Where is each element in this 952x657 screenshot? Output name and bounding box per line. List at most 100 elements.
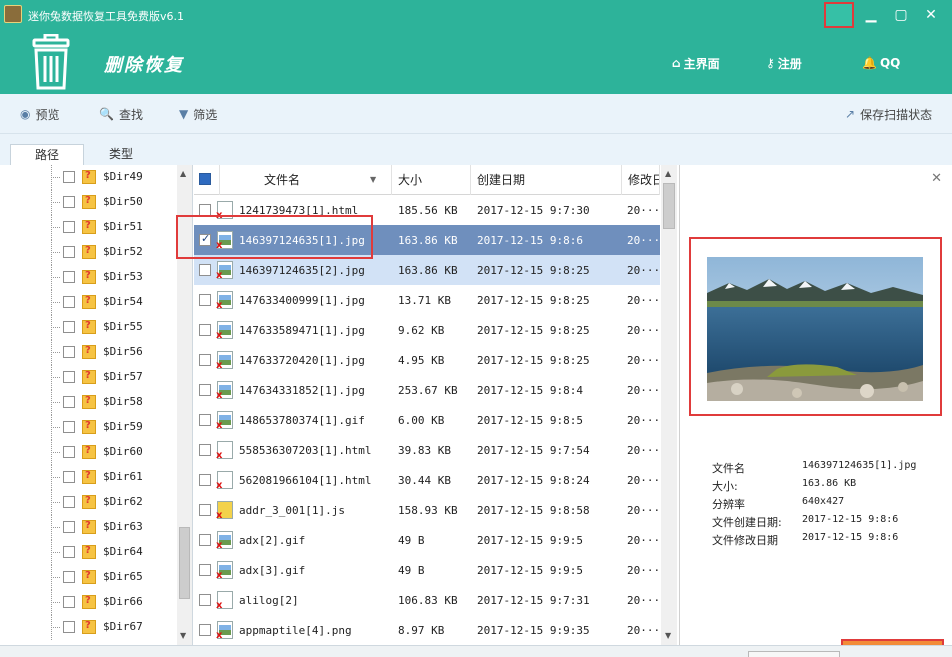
tree-item-checkbox[interactable] bbox=[63, 221, 75, 233]
register-link[interactable]: ⚷ 注册 bbox=[766, 54, 802, 72]
tree-item-checkbox[interactable] bbox=[63, 546, 75, 558]
tree-item[interactable]: ? $Dir56 bbox=[0, 340, 176, 365]
file-row-checkbox[interactable] bbox=[199, 474, 211, 486]
back-button[interactable] bbox=[748, 651, 840, 657]
qq-link[interactable]: 🔔 QQ bbox=[862, 54, 900, 72]
column-created[interactable]: 创建日期 bbox=[471, 165, 622, 195]
file-row-checkbox[interactable] bbox=[199, 204, 211, 216]
tree-item[interactable]: ? $Dir64 bbox=[0, 540, 176, 565]
tree-item[interactable]: ? $Dir67 bbox=[0, 615, 176, 640]
file-row[interactable]: x 147633720420[1].jpg 4.95 KB 2017-12-15 9:… bbox=[194, 345, 660, 375]
file-row-checkbox[interactable] bbox=[199, 564, 211, 576]
tree-item[interactable]: ? $Dir61 bbox=[0, 465, 176, 490]
file-row[interactable]: x 148653780374[1].gif 6.00 KB 2017-12-15 9:… bbox=[194, 405, 660, 435]
tree-item[interactable]: ? $Dir49 bbox=[0, 165, 176, 190]
tree-item-checkbox[interactable] bbox=[63, 496, 75, 508]
home-link[interactable]: ⌂ 主界面 bbox=[672, 54, 720, 72]
filter-button[interactable]: ▼ 筛选 bbox=[179, 105, 217, 123]
tree-item[interactable]: ? $Dir57 bbox=[0, 365, 176, 390]
tree-item[interactable]: ? $Dir66 bbox=[0, 590, 176, 615]
file-row-checkbox[interactable] bbox=[199, 354, 211, 366]
tree-item[interactable]: ? $Dir59 bbox=[0, 415, 176, 440]
image-file-icon: x bbox=[216, 411, 233, 431]
tree-item[interactable]: ? $Dir53 bbox=[0, 265, 176, 290]
tree-item-checkbox[interactable] bbox=[63, 246, 75, 258]
search-button[interactable]: 🔍 查找 bbox=[99, 105, 143, 123]
file-row[interactable]: ✓ x 146397124635[1].jpg 163.86 KB 2017-12-15… bbox=[194, 225, 660, 255]
minimize-button[interactable]: ▁ bbox=[858, 3, 884, 27]
file-row-checkbox[interactable] bbox=[199, 624, 211, 636]
tree-item[interactable]: ? $Dir54 bbox=[0, 290, 176, 315]
file-list-scroll-thumb[interactable] bbox=[663, 183, 675, 229]
deleted-folder-icon: ? bbox=[82, 220, 96, 234]
file-row[interactable]: x 146397124635[2].jpg 163.86 KB 2017-12-15 … bbox=[194, 255, 660, 285]
scroll-down-icon: ▼ bbox=[665, 631, 672, 640]
pin-button[interactable] bbox=[824, 2, 854, 28]
file-row-checkbox[interactable] bbox=[199, 504, 211, 516]
tree-item-checkbox[interactable] bbox=[63, 321, 75, 333]
select-all-checkbox[interactable] bbox=[199, 173, 211, 185]
file-row-checkbox[interactable] bbox=[199, 414, 211, 426]
tree-item[interactable]: ? $Dir65 bbox=[0, 565, 176, 590]
file-list-scrollbar[interactable]: ▲ ▼ bbox=[661, 165, 677, 645]
file-row-checkbox[interactable] bbox=[199, 534, 211, 546]
file-row-checkbox[interactable] bbox=[199, 294, 211, 306]
file-row[interactable]: x 562081966104[1].html 30.44 KB 2017-12-15 … bbox=[194, 465, 660, 495]
file-row[interactable]: x alilog[2] 106.83 KB 2017-12-15 9:7:31 20··… bbox=[194, 585, 660, 615]
file-row[interactable]: x addr_3_001[1].js 158.93 KB 2017-12-15 9:8… bbox=[194, 495, 660, 525]
tree-scrollbar[interactable]: ▲ ▼ bbox=[177, 165, 192, 645]
tree-item-checkbox[interactable] bbox=[63, 471, 75, 483]
tree-item[interactable]: ? $Dir52 bbox=[0, 240, 176, 265]
tree-item-checkbox[interactable] bbox=[63, 421, 75, 433]
tree-item-checkbox[interactable] bbox=[63, 271, 75, 283]
file-row-checkbox[interactable] bbox=[199, 264, 211, 276]
file-row[interactable]: x 558536307203[1].html 39.83 KB 2017-12-15 … bbox=[194, 435, 660, 465]
tree-item-checkbox[interactable] bbox=[63, 446, 75, 458]
file-row[interactable]: x 147633400999[1].jpg 13.71 KB 2017-12-15 9… bbox=[194, 285, 660, 315]
tree-item[interactable]: ? $Dir63 bbox=[0, 515, 176, 540]
file-row-checkbox[interactable] bbox=[199, 324, 211, 336]
tree-item-checkbox[interactable] bbox=[63, 196, 75, 208]
file-row[interactable]: x adx[3].gif 49 B 2017-12-15 9:9:5 20··· bbox=[194, 555, 660, 585]
file-row[interactable]: x 147634331852[1].jpg 253.67 KB 2017-12-15 … bbox=[194, 375, 660, 405]
column-modified[interactable]: 修改日 bbox=[622, 165, 660, 195]
close-button[interactable]: ✕ bbox=[918, 3, 944, 27]
tree-item-checkbox[interactable] bbox=[63, 296, 75, 308]
tree-item-checkbox[interactable] bbox=[63, 521, 75, 533]
file-row[interactable]: x 147633589471[1].jpg 9.62 KB 2017-12-15 9:… bbox=[194, 315, 660, 345]
tree-scroll-thumb[interactable] bbox=[179, 527, 190, 599]
tree-item[interactable]: ? $Dir62 bbox=[0, 490, 176, 515]
tree-item-checkbox[interactable] bbox=[63, 346, 75, 358]
column-filename[interactable]: 文件名 ▼ bbox=[220, 165, 392, 195]
tab-path[interactable]: 路径 bbox=[10, 144, 84, 165]
file-row[interactable]: x 1241739473[1].html 185.56 KB 2017-12-15 9… bbox=[194, 195, 660, 225]
file-row[interactable]: x appmaptile[4].png 8.97 KB 2017-12-15 9:9:… bbox=[194, 615, 660, 645]
tree-item[interactable]: ? $Dir55 bbox=[0, 315, 176, 340]
preview-button[interactable]: ◉ 预览 bbox=[20, 105, 60, 123]
file-row-checkbox[interactable] bbox=[199, 384, 211, 396]
file-row-checkbox[interactable] bbox=[199, 594, 211, 606]
file-row-checkbox[interactable]: ✓ bbox=[199, 232, 211, 246]
maximize-button[interactable]: ▢ bbox=[888, 3, 914, 27]
tree-item-label: $Dir55 bbox=[103, 320, 143, 333]
tree-item[interactable]: ? $Dir50 bbox=[0, 190, 176, 215]
tree-item[interactable]: ? $Dir58 bbox=[0, 390, 176, 415]
file-row[interactable]: x adx[2].gif 49 B 2017-12-15 9:9:5 20··· bbox=[194, 525, 660, 555]
tree-item-checkbox[interactable] bbox=[63, 171, 75, 183]
deleted-folder-icon: ? bbox=[82, 245, 96, 259]
column-size[interactable]: 大小 bbox=[392, 165, 471, 195]
tree-guide bbox=[51, 202, 60, 203]
tree-guide bbox=[51, 277, 60, 278]
tab-type[interactable]: 类型 bbox=[84, 144, 158, 165]
tree-item-checkbox[interactable] bbox=[63, 571, 75, 583]
preview-close-icon[interactable]: ✕ bbox=[931, 171, 942, 186]
tree-item-checkbox[interactable] bbox=[63, 371, 75, 383]
tree-item-checkbox[interactable] bbox=[63, 596, 75, 608]
file-row-checkbox[interactable] bbox=[199, 444, 211, 456]
save-scan-button[interactable]: ↗ 保存扫描状态 bbox=[845, 105, 932, 123]
tree-item-checkbox[interactable] bbox=[63, 396, 75, 408]
tree-item[interactable]: ? $Dir60 bbox=[0, 440, 176, 465]
tree-item[interactable]: ? $Dir51 bbox=[0, 215, 176, 240]
deleted-folder-icon: ? bbox=[82, 620, 96, 634]
tree-item-checkbox[interactable] bbox=[63, 621, 75, 633]
